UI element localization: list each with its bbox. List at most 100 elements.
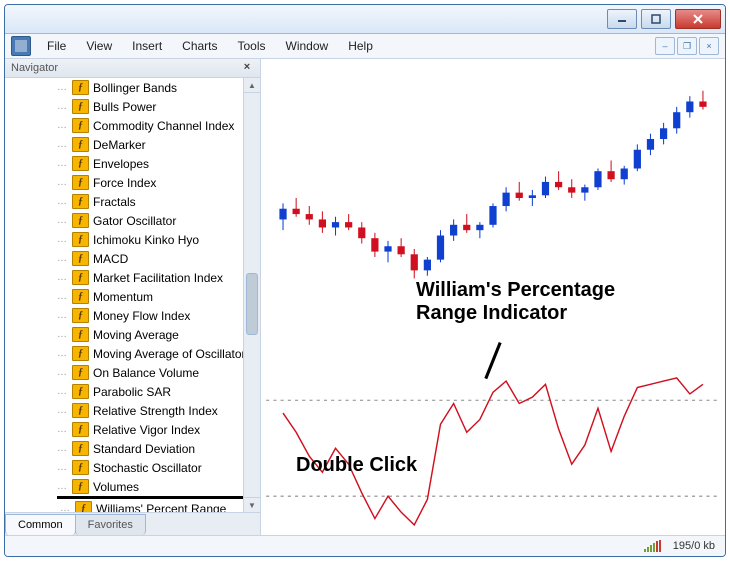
menubar: File View Insert Charts Tools Window Hel… — [5, 34, 725, 59]
maximize-button[interactable] — [641, 9, 671, 29]
indicator-icon — [72, 479, 89, 494]
indicator-icon — [72, 175, 89, 190]
indicator-label: Fractals — [93, 195, 243, 209]
navigator-scrollbar[interactable]: ▲ ▼ — [243, 78, 260, 512]
indicator-icon — [72, 80, 89, 95]
indicator-icon — [72, 384, 89, 399]
indicator-icon — [72, 346, 89, 361]
statusbar: 195/0 kb — [5, 535, 725, 556]
indicator-icon — [72, 270, 89, 285]
indicator-icon — [72, 460, 89, 475]
tab-favorites[interactable]: Favorites — [75, 514, 146, 535]
menu-help[interactable]: Help — [338, 36, 383, 56]
indicator-icon — [75, 501, 92, 512]
indicator-icon — [72, 441, 89, 456]
navigator-panel: Navigator × …Bollinger Bands…Bulls Power… — [5, 59, 261, 535]
indicator-item[interactable]: …Force Index — [57, 173, 243, 192]
indicator-label: On Balance Volume — [93, 366, 243, 380]
menu-charts[interactable]: Charts — [172, 36, 227, 56]
indicator-item[interactable]: …Money Flow Index — [57, 306, 243, 325]
indicator-icon — [72, 118, 89, 133]
mdi-close-button[interactable]: × — [699, 37, 719, 55]
chart-area[interactable]: William's Percentage Range Indicator Dou… — [261, 59, 725, 535]
indicator-item[interactable]: …Ichimoku Kinko Hyo — [57, 230, 243, 249]
indicator-label: MACD — [93, 252, 243, 266]
indicator-icon — [72, 308, 89, 323]
indicator-label: Moving Average of Oscillator — [93, 347, 243, 361]
indicator-icon — [72, 156, 89, 171]
indicator-label: Envelopes — [93, 157, 243, 171]
indicator-label: Moving Average — [93, 328, 243, 342]
indicator-item[interactable]: …Commodity Channel Index — [57, 116, 243, 135]
indicator-tree: …Bollinger Bands…Bulls Power…Commodity C… — [57, 78, 243, 512]
indicator-icon — [72, 137, 89, 152]
tree-gutter — [5, 78, 57, 512]
menu-file[interactable]: File — [37, 36, 76, 56]
close-button[interactable] — [675, 9, 721, 29]
indicator-icon — [72, 213, 89, 228]
indicator-item[interactable]: …Moving Average of Oscillator — [57, 344, 243, 363]
indicator-item[interactable]: …Momentum — [57, 287, 243, 306]
indicator-label: Ichimoku Kinko Hyo — [93, 233, 243, 247]
indicator-item[interactable]: …Gator Oscillator — [57, 211, 243, 230]
mdi-minimize-button[interactable]: – — [655, 37, 675, 55]
indicator-label: Money Flow Index — [93, 309, 243, 323]
indicator-item[interactable]: …Stochastic Oscillator — [57, 458, 243, 477]
indicator-label: Commodity Channel Index — [93, 119, 243, 133]
transfer-status: 195/0 kb — [673, 540, 715, 552]
indicator-item[interactable]: …Envelopes — [57, 154, 243, 173]
navigator-title: Navigator — [11, 62, 58, 74]
scroll-up-icon[interactable]: ▲ — [244, 78, 260, 93]
scroll-thumb[interactable] — [246, 273, 258, 335]
navigator-close-button[interactable]: × — [240, 61, 254, 75]
indicator-item[interactable]: …Fractals — [57, 192, 243, 211]
indicator-label: Relative Strength Index — [93, 404, 243, 418]
menu-view[interactable]: View — [76, 36, 122, 56]
indicator-label: Market Facilitation Index — [93, 271, 243, 285]
scroll-down-icon[interactable]: ▼ — [244, 497, 260, 512]
annotation-double-click: Double Click — [296, 454, 417, 477]
tab-common[interactable]: Common — [5, 514, 76, 535]
indicator-item[interactable]: …Market Facilitation Index — [57, 268, 243, 287]
indicator-label: Standard Deviation — [93, 442, 243, 456]
app-icon — [11, 36, 31, 56]
indicator-label: Volumes — [93, 480, 243, 494]
indicator-icon — [72, 327, 89, 342]
navigator-header: Navigator × — [5, 59, 260, 78]
indicator-item[interactable]: …Relative Vigor Index — [57, 420, 243, 439]
app-window: File View Insert Charts Tools Window Hel… — [4, 4, 726, 557]
indicator-item[interactable]: …Parabolic SAR — [57, 382, 243, 401]
indicator-item[interactable]: …Volumes — [57, 477, 243, 496]
indicator-item[interactable]: …Williams' Percent Range — [57, 496, 243, 512]
indicator-label: Stochastic Oscillator — [93, 461, 243, 475]
indicator-icon — [72, 251, 89, 266]
menu-tools[interactable]: Tools — [228, 36, 276, 56]
indicator-icon — [72, 194, 89, 209]
indicator-label: DeMarker — [93, 138, 243, 152]
indicator-icon — [72, 232, 89, 247]
indicator-item[interactable]: …On Balance Volume — [57, 363, 243, 382]
indicator-item[interactable]: …Standard Deviation — [57, 439, 243, 458]
connection-bars-icon — [644, 540, 661, 552]
indicator-icon — [72, 365, 89, 380]
mdi-restore-button[interactable]: ❐ — [677, 37, 697, 55]
minimize-button[interactable] — [607, 9, 637, 29]
indicator-icon — [72, 422, 89, 437]
indicator-label: Momentum — [93, 290, 243, 304]
menu-window[interactable]: Window — [276, 36, 339, 56]
indicator-item[interactable]: …Moving Average — [57, 325, 243, 344]
menu-insert[interactable]: Insert — [122, 36, 172, 56]
annotation-indicator-name: William's Percentage Range Indicator — [416, 279, 615, 325]
indicator-item[interactable]: …Bulls Power — [57, 97, 243, 116]
indicator-item[interactable]: …MACD — [57, 249, 243, 268]
indicator-item[interactable]: …DeMarker — [57, 135, 243, 154]
indicator-item[interactable]: …Relative Strength Index — [57, 401, 243, 420]
indicator-icon — [72, 99, 89, 114]
indicator-icon — [72, 403, 89, 418]
indicator-label: Parabolic SAR — [93, 385, 243, 399]
titlebar — [5, 5, 725, 34]
indicator-label: Bulls Power — [93, 100, 243, 114]
indicator-label: Gator Oscillator — [93, 214, 243, 228]
indicator-label: Force Index — [93, 176, 243, 190]
indicator-item[interactable]: …Bollinger Bands — [57, 78, 243, 97]
